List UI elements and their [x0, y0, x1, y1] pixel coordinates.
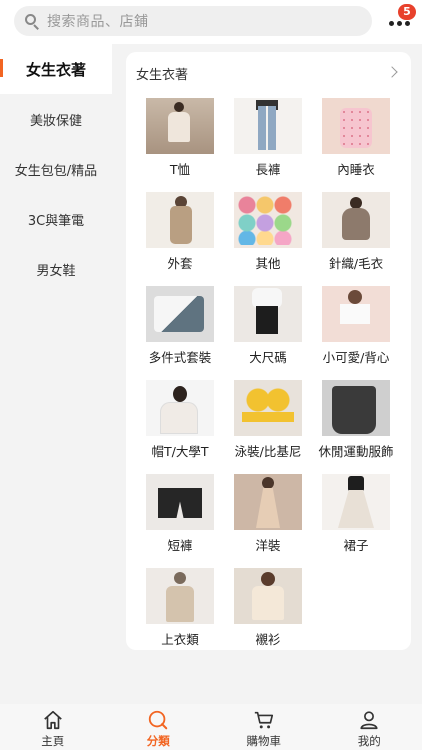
- subcategory-label: 外套: [167, 256, 193, 271]
- notification-badge: 5: [398, 4, 416, 20]
- subcategory-label: 針織/毛衣: [328, 256, 384, 271]
- subcategory-shorts[interactable]: 短褲: [136, 474, 224, 568]
- search-icon: [24, 13, 40, 30]
- subcategory-label: 帽T/大學T: [151, 444, 209, 459]
- sidebar-item-label: 美妝保健: [29, 113, 82, 129]
- plus-size-photo: [234, 286, 302, 342]
- tab-label: 分類: [146, 734, 170, 748]
- sidebar-item-label: 3C與筆電: [27, 213, 85, 229]
- sidebar-item-3c[interactable]: 3C與筆電: [0, 194, 112, 244]
- tab-profile[interactable]: 我的: [317, 704, 422, 750]
- category-search-icon: [149, 710, 168, 730]
- hoodie-photo: [146, 380, 214, 436]
- sidebar-item-beauty[interactable]: 美妝保健: [0, 94, 112, 144]
- subcategory-label: 泳裝/比基尼: [234, 444, 302, 459]
- subcategory-label: 上衣類: [161, 632, 199, 647]
- tab-category[interactable]: 分類: [106, 704, 212, 750]
- subcategory-tops[interactable]: 上衣類: [136, 568, 224, 662]
- subcategory-label: 短褲: [167, 538, 193, 553]
- subcategory-plus-size[interactable]: 大尺碼: [224, 286, 312, 380]
- yarn-photo: [234, 192, 302, 248]
- subcategory-label: 其他: [255, 256, 281, 271]
- skirt-photo: [322, 474, 390, 530]
- sidebar-item-bags[interactable]: 女生包包/精品: [0, 144, 112, 194]
- search-bar[interactable]: 搜索商品、店鋪: [14, 6, 372, 36]
- subcategory-skirt[interactable]: 裙子: [312, 474, 400, 568]
- subcategory-label: 休閒運動服飾: [318, 444, 394, 459]
- knit-photo: [322, 192, 390, 248]
- subcategory-label: T恤: [169, 162, 191, 177]
- tab-label: 我的: [357, 734, 381, 748]
- subcategory-sportswear[interactable]: 休閒運動服飾: [312, 380, 400, 474]
- tab-label: 購物車: [246, 734, 282, 748]
- cart-icon: [254, 711, 273, 729]
- subcategory-jacket[interactable]: 外套: [136, 192, 224, 286]
- subcategory-sleepwear[interactable]: 內睡衣: [312, 98, 400, 192]
- more-dots-icon: [389, 21, 410, 26]
- subcategory-label: 大尺碼: [249, 350, 287, 365]
- cami-photo: [322, 286, 390, 342]
- sidebar-item-label: 女生衣著: [25, 60, 86, 79]
- subcategory-grid: T恤 長褲 內睡衣 外套 其他 針織/毛衣 多件式套裝 大尺碼 小可愛/背心 帽…: [126, 98, 411, 662]
- pajama-photo: [322, 98, 390, 154]
- jacket-photo: [146, 192, 214, 248]
- sidebar-item-shoes[interactable]: 男女鞋: [0, 244, 112, 294]
- search-placeholder: 搜索商品、店鋪: [47, 14, 149, 30]
- sidebar-item-womens-apparel[interactable]: 女生衣著: [0, 44, 112, 94]
- subcategory-panel: 女生衣著 T恤 長褲 內睡衣 外套 其他 針織/毛衣 多件式套裝 大尺碼 小可愛…: [126, 52, 411, 650]
- subcategory-hoodie[interactable]: 帽T/大學T: [136, 380, 224, 474]
- subcategory-dress[interactable]: 洋裝: [224, 474, 312, 568]
- subcategory-label: 內睡衣: [337, 162, 375, 177]
- more-menu-button[interactable]: 5: [384, 4, 418, 38]
- tab-home[interactable]: 主頁: [0, 704, 106, 750]
- subcategory-other[interactable]: 其他: [224, 192, 312, 286]
- sportswear-photo: [322, 380, 390, 436]
- category-sidebar: 女生衣著 美妝保健 女生包包/精品 3C與筆電 男女鞋: [0, 44, 112, 704]
- tshirt-photo: [146, 98, 214, 154]
- profile-icon: [360, 711, 378, 730]
- subcategory-shirt[interactable]: 襯衫: [224, 568, 312, 662]
- set-photo: [146, 286, 214, 342]
- subcategory-label: 長褲: [255, 162, 281, 177]
- subcategory-label: 多件式套裝: [148, 350, 212, 365]
- subcategory-label: 洋裝: [255, 538, 281, 553]
- panel-title[interactable]: 女生衣著: [136, 64, 188, 83]
- sidebar-item-label: 女生包包/精品: [14, 163, 98, 179]
- subcategory-swimwear[interactable]: 泳裝/比基尼: [224, 380, 312, 474]
- bottom-tab-bar: 主頁 分類 購物車 我的: [0, 704, 422, 750]
- subcategory-tshirt[interactable]: T恤: [136, 98, 224, 192]
- subcategory-pants[interactable]: 長褲: [224, 98, 312, 192]
- tab-label: 主頁: [41, 734, 65, 748]
- shorts-photo: [146, 474, 214, 530]
- top-header: 搜索商品、店鋪 5: [0, 0, 422, 44]
- subcategory-label: 襯衫: [255, 632, 281, 647]
- subcategory-label: 裙子: [343, 538, 369, 553]
- jeans-photo: [234, 98, 302, 154]
- subcategory-sets[interactable]: 多件式套裝: [136, 286, 224, 380]
- dress-photo: [234, 474, 302, 530]
- home-icon: [43, 710, 62, 730]
- subcategory-cami[interactable]: 小可愛/背心: [312, 286, 400, 380]
- shirt-photo: [234, 568, 302, 624]
- chevron-right-icon[interactable]: [386, 66, 398, 78]
- sidebar-item-label: 男女鞋: [36, 263, 76, 279]
- swimwear-photo: [234, 380, 302, 436]
- subcategory-label: 小可愛/背心: [322, 350, 390, 365]
- tab-cart[interactable]: 購物車: [211, 704, 317, 750]
- tops-photo: [146, 568, 214, 624]
- subcategory-knitwear[interactable]: 針織/毛衣: [312, 192, 400, 286]
